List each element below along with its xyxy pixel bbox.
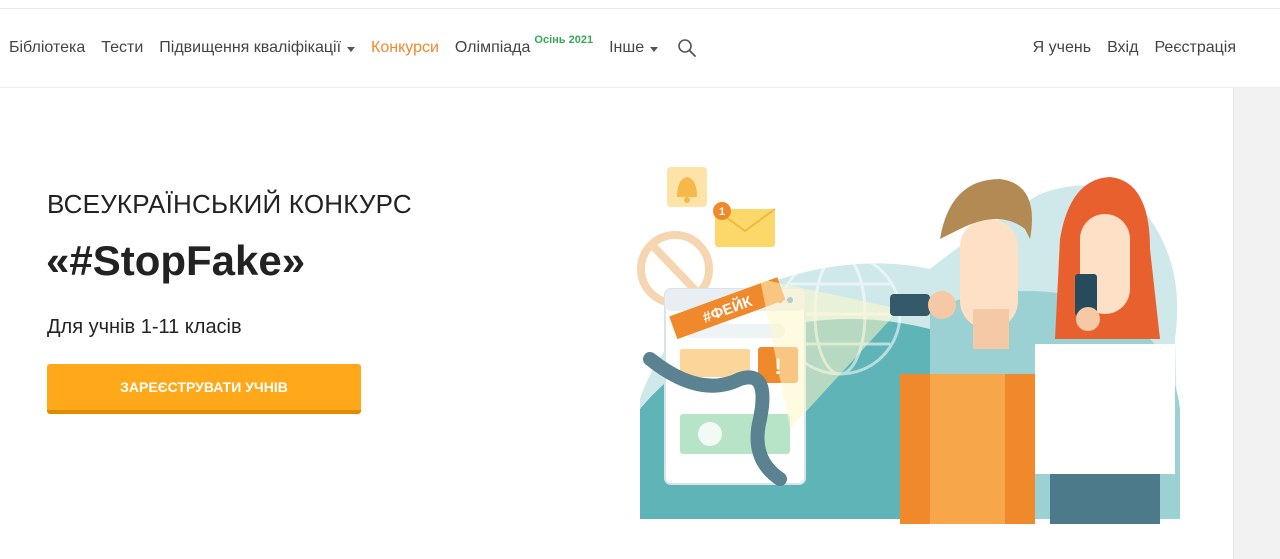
nav-item-library[interactable]: Бібліотека <box>9 39 85 57</box>
nav-label: Вхід <box>1107 39 1139 56</box>
nav-label: Тести <box>101 39 144 56</box>
chevron-down-icon <box>347 46 356 52</box>
hero-section: ВСЕУКРАЇНСЬКИЙ КОНКУРС «#StopFake» Для у… <box>0 89 1232 559</box>
nav-item-qualification[interactable]: Підвищення кваліфікації <box>159 39 356 57</box>
hero-subtitle: ВСЕУКРАЇНСЬКИЙ КОНКУРС <box>47 189 412 219</box>
nav-item-other[interactable]: Інше <box>609 39 659 57</box>
nav-label: Я учень <box>1032 39 1092 56</box>
student-link[interactable]: Я учень <box>1033 39 1091 57</box>
nav-label: Бібліотека <box>9 39 86 56</box>
bell-icon <box>667 167 707 207</box>
nav-label: Реєстрація <box>1154 39 1236 56</box>
hero-description: Для учнів 1-11 класів <box>47 316 242 338</box>
login-link[interactable]: Вхід <box>1107 39 1138 57</box>
nav-item-olympiad[interactable]: Олімпіада Осінь 2021 <box>454 34 593 57</box>
hero-illustration: 1 ! #ФЕЙК <box>637 167 1180 524</box>
notification-count: 1 <box>719 206 725 218</box>
hero-title: «#StopFake» <box>46 237 306 284</box>
nav-left: Бібліотека Тести Підвищення кваліфікації… <box>9 10 698 86</box>
nav-item-contests[interactable]: Конкурси <box>371 39 439 57</box>
register-link[interactable]: Реєстрація <box>1154 39 1236 57</box>
nav-label: Інше <box>609 39 645 56</box>
top-border <box>0 0 1280 9</box>
nav-label: Конкурси <box>371 39 439 56</box>
chevron-down-icon <box>650 46 659 52</box>
page-scrollbar[interactable] <box>1233 88 1280 559</box>
search-icon[interactable] <box>676 37 698 59</box>
nav-item-tests[interactable]: Тести <box>101 39 143 57</box>
register-students-button[interactable]: ЗАРЕЄСТРУВАТИ УЧНІВ <box>47 364 361 414</box>
nav-label: Олімпіада <box>454 39 531 56</box>
nav-label: Підвищення кваліфікації <box>159 39 342 56</box>
main-navbar: Бібліотека Тести Підвищення кваліфікації… <box>0 10 1280 88</box>
envelope-icon: 1 <box>713 202 776 247</box>
nav-right: Я учень Вхід Реєстрація <box>1017 10 1236 86</box>
olympiad-season-badge: Осінь 2021 <box>534 34 594 46</box>
